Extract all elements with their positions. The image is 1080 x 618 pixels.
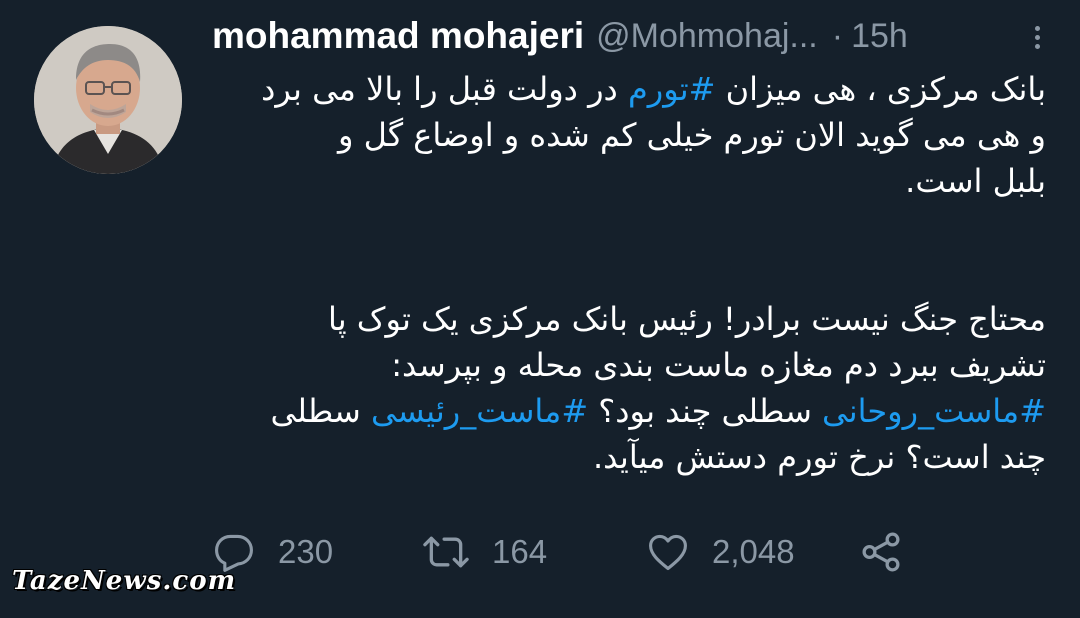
tweet-timestamp[interactable]: 15h: [851, 17, 908, 56]
tweet-line: و هی می گوید الان تورم خیلی کم شده و اوض…: [200, 112, 1046, 158]
separator-dot: ·: [831, 16, 844, 55]
tweet-text-segment: تشریف ببرد دم مغازه ماست بندی محله و بپر…: [391, 346, 1046, 384]
tweet-line: بلبل است.: [200, 158, 1046, 204]
watermark-logo: TazeNews.com: [12, 566, 237, 596]
tweet-text-segment: محتاج جنگ نیست برادر! رئیس بانک مرکزی یک…: [327, 300, 1046, 338]
share-button[interactable]: [858, 529, 904, 575]
tweet-paragraph-2: محتاج جنگ نیست برادر! رئیس بانک مرکزی یک…: [200, 296, 1046, 480]
reply-button[interactable]: 230: [212, 530, 422, 574]
avatar[interactable]: [34, 26, 182, 174]
tweet-line: تشریف ببرد دم مغازه ماست بندی محله و بپر…: [200, 342, 1046, 388]
tweet-paragraph-1: بانک مرکزی ، هی میزان #تورم در دولت قبل …: [200, 66, 1046, 204]
tweet-text-segment: بلبل است.: [905, 162, 1046, 200]
tweet-card[interactable]: mohammad mohajeri @Mohmohaj... · 15h بان…: [0, 0, 1080, 618]
hashtag-link[interactable]: #ماست_روحانی: [822, 392, 1046, 430]
hashtag-link[interactable]: #ماست_رئیسی: [371, 392, 588, 430]
retweet-count: 164: [492, 533, 548, 570]
like-count: 2,048: [712, 533, 795, 570]
hashtag-link[interactable]: #تورم: [628, 70, 716, 108]
retweet-button[interactable]: 164: [422, 530, 646, 574]
tweet-line: محتاج جنگ نیست برادر! رئیس بانک مرکزی یک…: [200, 296, 1046, 342]
avatar-image: [34, 26, 182, 174]
tweet-actions: 230 164 2,048: [212, 522, 904, 582]
like-button[interactable]: 2,048: [646, 530, 858, 574]
reply-count: 230: [278, 533, 334, 570]
retweet-icon: [423, 536, 469, 568]
tweet-text-segment: و هی می گوید الان تورم خیلی کم شده و اوض…: [337, 116, 1046, 154]
tweet-header: mohammad mohajeri @Mohmohaj... · 15h: [212, 10, 1050, 62]
tweet-line: بانک مرکزی ، هی میزان #تورم در دولت قبل …: [200, 66, 1046, 112]
tweet-line: #ماست_روحانی سطلی چند بود؟ #ماست_رئیسی س…: [200, 388, 1046, 434]
more-vertical-icon[interactable]: [1024, 22, 1050, 60]
tweet-line: چند است؟ نرخ تورم دستش میآید.: [200, 434, 1046, 480]
author-display-name[interactable]: mohammad mohajeri: [212, 15, 584, 57]
tweet-text-segment: در دولت قبل را بالا می برد: [261, 70, 628, 108]
tweet-text-segment: سطلی: [270, 392, 371, 430]
share-icon: [862, 532, 900, 572]
tweet-text: بانک مرکزی ، هی میزان #تورم در دولت قبل …: [200, 66, 1046, 480]
tweet-text-segment: سطلی چند بود؟: [588, 392, 823, 430]
tweet-text-segment: بانک مرکزی ، هی میزان: [715, 70, 1046, 108]
heart-icon: [649, 534, 687, 571]
author-handle[interactable]: @Mohmohaj...: [596, 17, 818, 56]
tweet-text-segment: چند است؟ نرخ تورم دستش میآید.: [592, 438, 1046, 476]
